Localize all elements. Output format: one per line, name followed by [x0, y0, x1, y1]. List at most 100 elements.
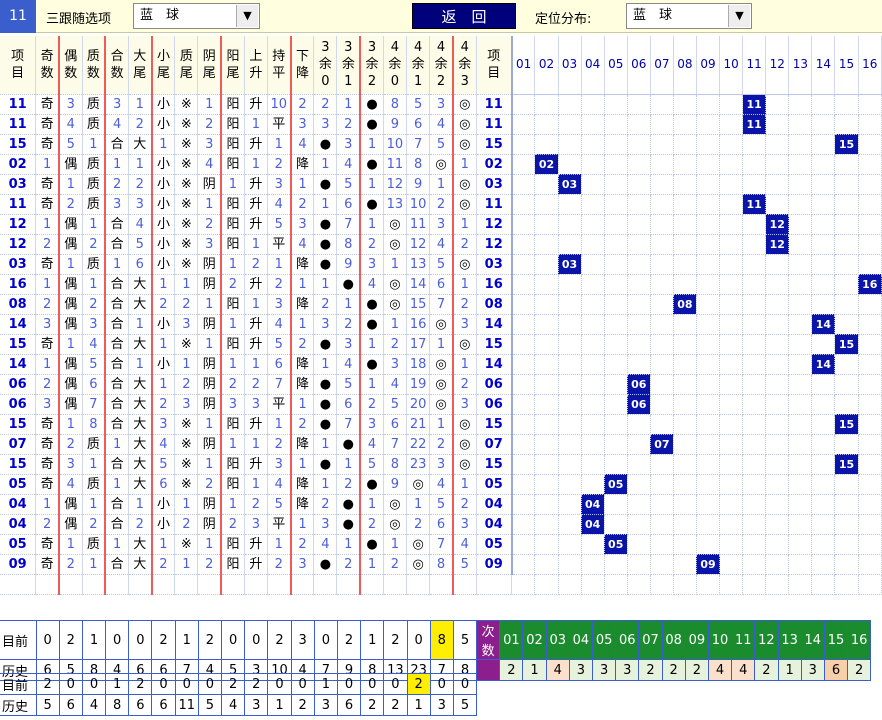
position-cell	[788, 554, 813, 575]
row-cell: ※	[174, 114, 199, 135]
row-cell: 3	[429, 214, 454, 235]
row-cell: 1	[197, 414, 223, 435]
position-cell	[604, 354, 628, 375]
position-cell	[534, 454, 559, 475]
empty-cell	[604, 574, 628, 595]
row-cell: ◎	[452, 334, 477, 355]
row-cell: 1	[151, 134, 176, 155]
row-cell: 5	[406, 94, 431, 115]
row-cell: 1	[82, 494, 107, 515]
chevron-down-icon[interactable]: ▼	[236, 5, 258, 27]
row-cell: 小	[151, 234, 176, 255]
row-cell: 2	[197, 554, 223, 575]
position-cell	[581, 414, 605, 435]
row-cell: 2	[360, 234, 384, 255]
row-cell: 升	[244, 334, 268, 355]
row-cell: 2	[174, 374, 199, 395]
row-cell: 1	[429, 174, 454, 195]
hit-marker: 07	[650, 434, 674, 455]
position-cell	[858, 454, 882, 475]
chevron-down-icon[interactable]: ▼	[728, 5, 750, 27]
position-cell	[627, 494, 651, 515]
dist-select[interactable]: 蓝 球 ▼	[626, 3, 752, 29]
row-cell: 降	[290, 374, 315, 395]
row-cell: 2	[128, 114, 153, 135]
stat-cell: 0	[429, 673, 454, 695]
row-cell: 1	[360, 494, 384, 515]
stat-cell: 1	[105, 673, 130, 695]
row-cell: 1	[197, 94, 223, 115]
row-cell: 2	[290, 334, 315, 355]
row-cell: 合	[105, 514, 129, 535]
row-cell: 偶	[58, 234, 83, 255]
row-cell: 3	[151, 414, 176, 435]
back-button[interactable]: 返 回	[412, 3, 516, 29]
row-cell: 阳	[221, 534, 245, 555]
row-cell: 2	[221, 274, 245, 295]
row-cell: 1	[221, 174, 245, 195]
row-cell: 3	[128, 194, 153, 215]
counts-position: 05	[591, 620, 617, 660]
row-cell: 阳	[221, 334, 245, 355]
stat-cell: 1	[174, 620, 199, 660]
stat-cell: 0	[267, 673, 292, 695]
row-cell: ※	[174, 334, 199, 355]
empty-cell	[811, 574, 836, 595]
row-id: 11	[0, 94, 37, 115]
row-cell: 合	[105, 374, 129, 395]
row-cell: 小	[151, 314, 176, 335]
counts-value: 2	[499, 659, 524, 681]
row-cell: 大	[128, 294, 153, 315]
row-id: 14	[476, 354, 513, 375]
row-cell: 降	[290, 354, 315, 375]
position-cell	[788, 334, 813, 355]
row-cell: 1	[35, 494, 60, 515]
position-cell	[534, 94, 559, 115]
row-cell: ※	[174, 414, 199, 435]
position-cell	[534, 194, 559, 215]
position-cell	[650, 94, 674, 115]
row-cell: 2	[452, 294, 477, 315]
row-cell: 奇	[35, 194, 60, 215]
row-cell: 平	[267, 514, 292, 535]
position-cell	[627, 454, 651, 475]
row-cell: 1	[244, 474, 268, 495]
empty-cell	[742, 574, 767, 595]
position-cell	[811, 434, 836, 455]
row-id: 07	[0, 434, 37, 455]
row-cell: 2	[290, 534, 315, 555]
row-cell: 3	[336, 334, 362, 355]
position-cell	[604, 194, 628, 215]
row-cell: 奇	[35, 334, 60, 355]
row-cell: ※	[174, 474, 199, 495]
row-cell: 4	[313, 534, 338, 555]
position-cell	[650, 474, 674, 495]
row-cell: 6	[128, 254, 153, 275]
row-cell: 1	[383, 254, 408, 275]
stat-cell: 0	[151, 673, 176, 695]
row-cell: 质	[82, 254, 107, 275]
position-cell	[742, 514, 767, 535]
position-cell	[511, 94, 536, 115]
follow-select[interactable]: 蓝 球 ▼	[133, 3, 260, 29]
table-row: 15 奇 5 1 合大 1 ※ 3 阳升 1 4 ● 3 1 10 7 5 ◎ 15 15	[0, 134, 882, 155]
position-cell	[534, 534, 559, 555]
row-cell: ●	[336, 274, 362, 295]
position-cell	[558, 394, 582, 415]
row-cell: 5	[429, 134, 454, 155]
position-cell	[719, 114, 744, 135]
row-cell: 阴	[197, 374, 223, 395]
row-cell: 1	[290, 314, 315, 335]
row-cell: 5	[58, 134, 83, 155]
row-cell: 阳	[221, 134, 245, 155]
stat-cell: 5	[197, 694, 223, 716]
stat-cell: 2	[197, 620, 223, 660]
stats2-current-row: 目前 2 0 0 1 2 0 0 0 2 2 0 0 1 0 0 0 2 0 0	[0, 673, 478, 695]
row-cell: 奇	[35, 434, 60, 455]
row-cell: 1	[360, 334, 384, 355]
position-cell	[788, 534, 813, 555]
position-cell	[534, 174, 559, 195]
position-cell	[765, 274, 790, 295]
position-cell	[696, 334, 721, 355]
row-id: 15	[0, 334, 37, 355]
